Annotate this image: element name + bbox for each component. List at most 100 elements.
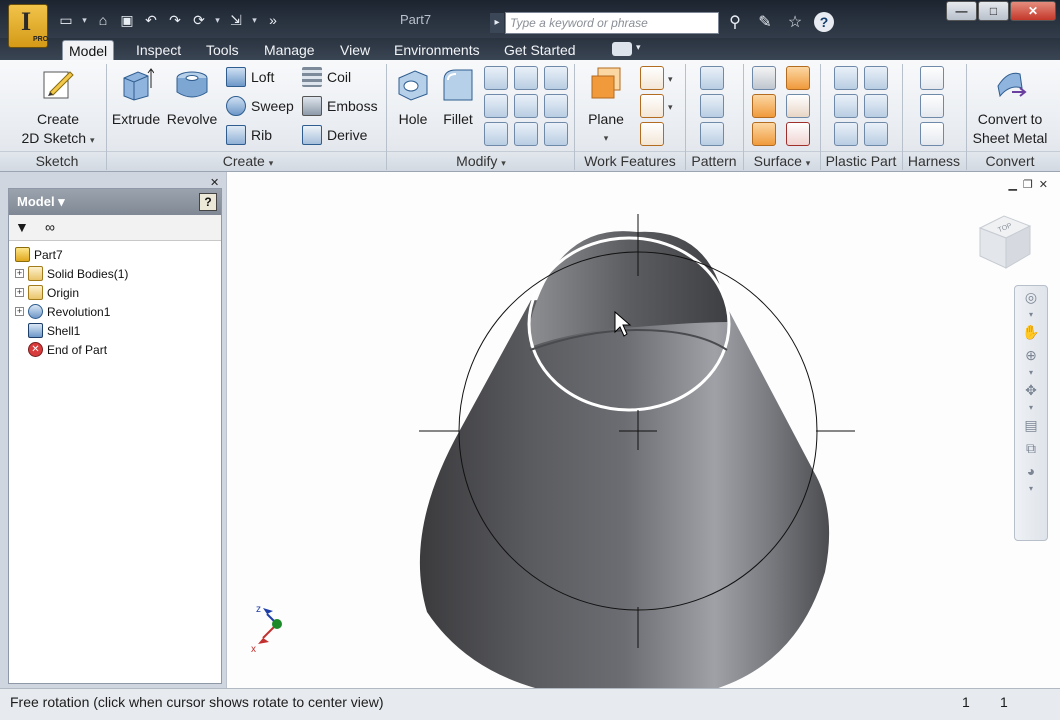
expand-icon[interactable]: + <box>15 269 24 278</box>
move-face-icon[interactable] <box>544 66 568 90</box>
work-axis-icon[interactable] <box>640 66 664 90</box>
minimize-button[interactable]: — <box>946 1 977 21</box>
convert-to-sheet-metal-button[interactable]: Convert to Sheet Metal <box>968 66 1052 148</box>
expand-icon[interactable]: + <box>15 307 24 316</box>
close-button[interactable]: ✕ <box>1010 1 1056 21</box>
thicken-icon[interactable] <box>752 66 776 90</box>
zoom-icon[interactable]: ⊕ <box>1015 344 1047 367</box>
panel-create-label[interactable]: Create ▾ <box>110 152 386 170</box>
view-face-icon[interactable]: ⧉ <box>1015 437 1047 460</box>
work-axis-dropdown-icon[interactable]: ▾ <box>668 74 673 85</box>
coil-button[interactable]: Coil <box>302 66 351 88</box>
update-dropdown-icon[interactable]: ▾ <box>213 10 222 30</box>
nav-dropdown-icon[interactable]: ▾ <box>1015 309 1047 321</box>
zoom-dropdown-icon[interactable]: ▾ <box>1015 367 1047 379</box>
application-menu-button[interactable]: I PRO <box>8 4 48 48</box>
pin-group-icon[interactable] <box>920 94 944 118</box>
tree-item-solid-bodies[interactable]: + Solid Bodies(1) <box>15 264 128 283</box>
circular-pattern-icon[interactable] <box>700 94 724 118</box>
save-icon[interactable]: ▣ <box>117 10 137 30</box>
create-pin-icon[interactable] <box>920 66 944 90</box>
work-point-icon[interactable] <box>640 94 664 118</box>
help-button[interactable]: ? <box>814 12 836 34</box>
sweep-button[interactable]: Sweep <box>226 95 294 117</box>
tree-item-shell[interactable]: Shell1 <box>15 321 128 340</box>
steering-wheel-icon[interactable]: ◎ <box>1015 286 1047 309</box>
new-dropdown-icon[interactable]: ▾ <box>80 10 89 30</box>
ribbon-display-toggle[interactable] <box>612 42 632 56</box>
hole-button[interactable]: Hole <box>390 66 436 129</box>
tree-item-part[interactable]: Part7 <box>15 245 128 264</box>
revolve-button[interactable]: Revolve <box>164 66 220 129</box>
rectangular-pattern-icon[interactable] <box>700 66 724 90</box>
sculpt-icon[interactable] <box>752 122 776 146</box>
boundary-patch-icon[interactable] <box>752 94 776 118</box>
browser-title[interactable]: Model ▾ <box>9 189 221 215</box>
rule-fillet-icon[interactable] <box>834 122 858 146</box>
favorites-star-icon[interactable]: ☆ <box>784 12 806 34</box>
browser-help-icon[interactable]: ? <box>199 193 217 211</box>
combine-icon[interactable] <box>544 94 568 118</box>
pan-hand-icon[interactable]: ✋ <box>1015 321 1047 344</box>
create-2d-sketch-button[interactable]: Create 2D Sketch ▾ <box>20 66 96 150</box>
tab-manage[interactable]: Manage <box>258 40 321 60</box>
panel-modify-label[interactable]: Modify ▾ <box>390 152 572 170</box>
graphics-window[interactable]: ▁ ❐ ✕ z x <box>226 172 1060 688</box>
look-at-icon[interactable]: ▤ <box>1015 414 1047 437</box>
ucs-icon[interactable] <box>640 122 664 146</box>
chamfer-icon[interactable] <box>484 66 508 90</box>
shell-icon[interactable] <box>484 94 508 118</box>
ribbon-display-dropdown-icon[interactable]: ▾ <box>636 42 641 53</box>
find-binoculars-icon[interactable]: ∞ <box>45 219 55 235</box>
copy-object-icon[interactable] <box>544 122 568 146</box>
split-icon[interactable] <box>514 94 538 118</box>
redo-icon[interactable]: ↷ <box>165 10 185 30</box>
search-expand-icon[interactable]: ▸ <box>490 13 504 33</box>
stitch-icon[interactable] <box>786 66 810 90</box>
draft-icon[interactable] <box>484 122 508 146</box>
maximize-button[interactable]: □ <box>978 1 1009 21</box>
search-input[interactable]: Type a keyword or phrase <box>505 12 719 34</box>
binoculars-icon[interactable]: ⚲ <box>724 12 746 34</box>
return-dropdown-icon[interactable]: ▾ <box>250 10 259 30</box>
orbit-dropdown-icon[interactable]: ▾ <box>1015 402 1047 414</box>
tree-item-origin[interactable]: + Origin <box>15 283 128 302</box>
tab-inspect[interactable]: Inspect <box>130 40 187 60</box>
undo-icon[interactable]: ↶ <box>141 10 161 30</box>
snap-fit-icon[interactable] <box>864 94 888 118</box>
panel-surface-label[interactable]: Surface ▾ <box>744 152 820 170</box>
tab-model[interactable]: Model <box>62 40 115 60</box>
tab-view[interactable]: View <box>334 40 376 60</box>
update-icon[interactable]: ⟳ <box>189 10 209 30</box>
lip-icon[interactable] <box>864 122 888 146</box>
boss-icon[interactable] <box>864 66 888 90</box>
tree-item-revolution[interactable]: + Revolution1 <box>15 302 128 321</box>
emboss-button[interactable]: Emboss <box>302 95 378 117</box>
filter-icon[interactable]: ▼ <box>15 219 29 235</box>
wrench-icon[interactable]: ✎ <box>754 12 776 34</box>
replace-face-icon[interactable] <box>514 122 538 146</box>
loft-button[interactable]: Loft <box>226 66 274 88</box>
rib-button[interactable]: Rib <box>226 124 272 146</box>
tree-item-end-of-part[interactable]: ✕ End of Part <box>15 340 128 359</box>
mirror-icon[interactable] <box>700 122 724 146</box>
trim-icon[interactable] <box>786 94 810 118</box>
tab-tools[interactable]: Tools <box>200 40 245 60</box>
tab-environments[interactable]: Environments <box>388 40 486 60</box>
harness-properties-icon[interactable] <box>920 122 944 146</box>
fillet-button[interactable]: Fillet <box>436 66 480 129</box>
derive-button[interactable]: Derive <box>302 124 367 146</box>
nav-customize-icon[interactable]: ▾ <box>1015 483 1047 495</box>
expand-icon[interactable]: + <box>15 288 24 297</box>
delete-face-icon[interactable] <box>786 122 810 146</box>
shaded-display-icon[interactable]: ◕ <box>1015 460 1047 483</box>
viewcube[interactable]: TOP <box>976 210 1034 272</box>
thread-icon[interactable] <box>514 66 538 90</box>
extrude-button[interactable]: Extrude <box>110 66 162 129</box>
return-icon[interactable]: ⇲ <box>226 10 246 30</box>
work-point-dropdown-icon[interactable]: ▾ <box>668 102 673 113</box>
rest-icon[interactable] <box>834 94 858 118</box>
orbit-icon[interactable]: ✥ <box>1015 379 1047 402</box>
more-icon[interactable]: » <box>263 10 283 30</box>
new-file-icon[interactable]: ▭ <box>56 10 76 30</box>
